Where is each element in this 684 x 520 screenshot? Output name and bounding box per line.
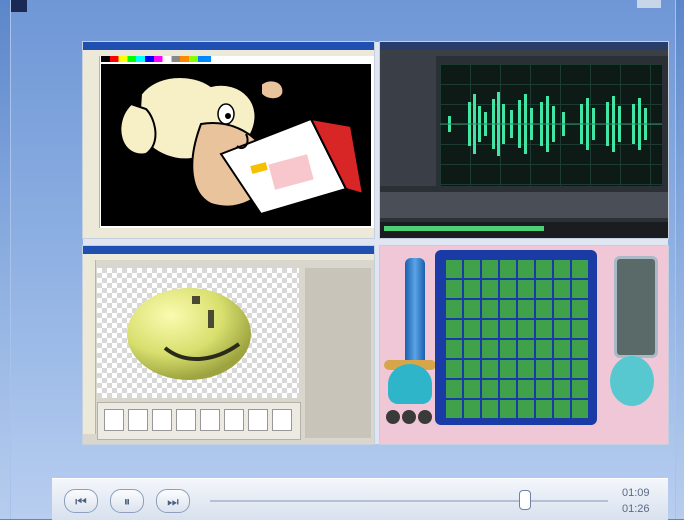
level-meter <box>380 222 668 238</box>
menu-bar <box>83 254 374 260</box>
seek-thumb[interactable] <box>519 490 532 510</box>
frame-thumbnail[interactable] <box>152 409 172 431</box>
drawing-canvas <box>101 64 371 226</box>
puzzle-game-panel <box>380 246 668 444</box>
frame-thumbnail[interactable] <box>128 409 148 431</box>
audio-editor-panel <box>380 42 668 238</box>
frame-thumbnail[interactable] <box>104 409 124 431</box>
waveform-view[interactable] <box>440 64 662 186</box>
pause-button[interactable]: ⏸ <box>110 489 144 513</box>
frame-thumbnail[interactable] <box>248 409 268 431</box>
image-canvas <box>97 268 299 398</box>
paint-app-panel <box>83 42 374 238</box>
logo <box>11 0 27 12</box>
game-board[interactable] <box>435 250 597 425</box>
toolbox <box>83 56 100 228</box>
animation-frames <box>97 402 301 440</box>
title-bar <box>380 42 668 50</box>
frame-thumbnail[interactable] <box>176 409 196 431</box>
frame-thumbnail[interactable] <box>224 409 244 431</box>
window-corner <box>637 0 661 8</box>
waveform <box>440 92 662 156</box>
frame-thumbnail[interactable] <box>200 409 220 431</box>
previous-button[interactable]: ⏮ <box>64 489 98 513</box>
disc <box>386 410 400 424</box>
disc <box>418 410 432 424</box>
next-icon: ⏭ <box>167 493 179 509</box>
chalkboard <box>614 256 658 358</box>
layers-panel <box>305 268 371 438</box>
current-time: 01:09 <box>622 487 650 499</box>
transport-controls <box>380 192 668 218</box>
color-palette <box>101 56 211 62</box>
image-editor-panel <box>83 246 374 444</box>
frame-thumbnail[interactable] <box>272 409 292 431</box>
level-meter-fill <box>384 226 544 231</box>
pause-icon: ⏸ <box>123 493 131 509</box>
video-stage[interactable] <box>83 42 668 444</box>
tile-grid[interactable] <box>444 258 588 418</box>
total-time: 01:26 <box>622 503 650 515</box>
dog-illustration <box>119 76 365 216</box>
toolbox <box>83 260 96 434</box>
smiley-ball <box>127 288 251 380</box>
next-button[interactable]: ⏭ <box>156 489 190 513</box>
robot-character <box>610 356 654 406</box>
seek-track[interactable] <box>210 500 608 502</box>
title-bar <box>83 246 374 254</box>
disc-row <box>386 410 438 426</box>
player-controls: ⏮ ⏸ ⏭ 01:09 01:26 <box>52 478 668 520</box>
disc <box>402 410 416 424</box>
vase <box>388 364 432 404</box>
status-bar <box>83 228 374 238</box>
previous-icon: ⏮ <box>75 493 87 509</box>
files-panel <box>380 56 436 186</box>
title-bar <box>83 42 374 50</box>
